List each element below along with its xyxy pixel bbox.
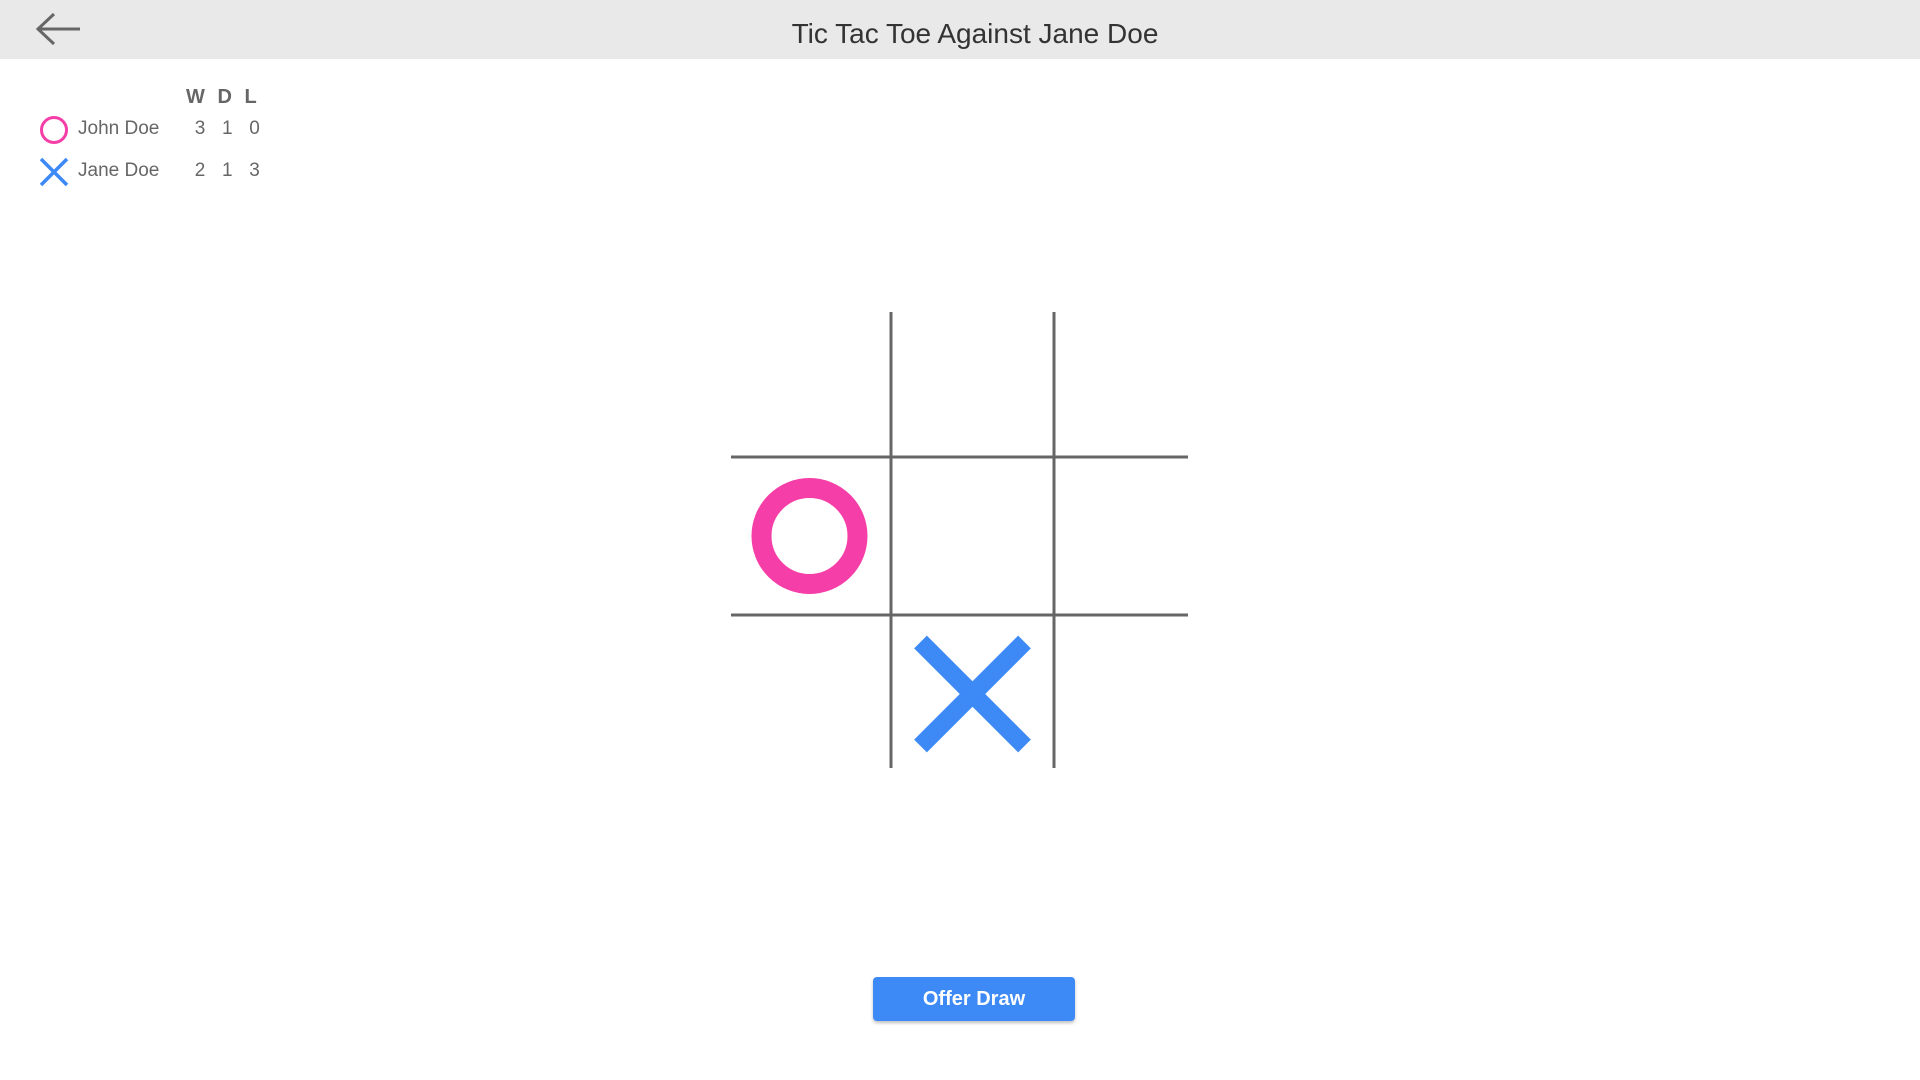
draws-value: 1 bbox=[221, 118, 233, 139]
board-cell-1-3[interactable] bbox=[1054, 309, 1192, 457]
board-cell-2-3[interactable] bbox=[1054, 457, 1192, 615]
board-cell-3-2[interactable] bbox=[891, 615, 1054, 773]
losses-header: L bbox=[244, 86, 259, 108]
board-cell-3-3[interactable] bbox=[1054, 615, 1192, 773]
board-cell-1-2[interactable] bbox=[891, 309, 1054, 457]
cross-icon bbox=[39, 157, 69, 187]
scoreboard: W D L John Doe 3 1 0 Jane Doe 2 1 3 bbox=[0, 0, 300, 200]
losses-value: 3 bbox=[249, 160, 260, 181]
player-row-jane-doe: Jane Doe 2 1 3 bbox=[38, 154, 298, 188]
wins-value: 3 bbox=[194, 118, 206, 139]
game-board bbox=[728, 309, 1192, 773]
wins-value: 2 bbox=[194, 160, 206, 181]
draws-value: 1 bbox=[221, 160, 233, 181]
player-stats: 2 1 3 bbox=[189, 160, 266, 182]
board-cell-2-1[interactable] bbox=[728, 457, 891, 615]
player-name: Jane Doe bbox=[78, 160, 160, 181]
draws-header: D bbox=[217, 86, 234, 108]
offer-draw-button[interactable]: Offer Draw bbox=[873, 977, 1075, 1021]
board-cell-1-1[interactable] bbox=[728, 309, 891, 457]
player-name: John Doe bbox=[78, 118, 160, 139]
circle-icon bbox=[40, 116, 68, 144]
board-cell-2-2[interactable] bbox=[891, 457, 1054, 615]
player-stats: 3 1 0 bbox=[189, 118, 266, 140]
board-cell-3-1[interactable] bbox=[728, 615, 891, 773]
losses-value: 0 bbox=[249, 118, 260, 139]
player-row-john-doe: John Doe 3 1 0 bbox=[38, 112, 298, 146]
wins-header: W bbox=[186, 86, 207, 108]
score-column-headers: W D L bbox=[186, 86, 262, 109]
